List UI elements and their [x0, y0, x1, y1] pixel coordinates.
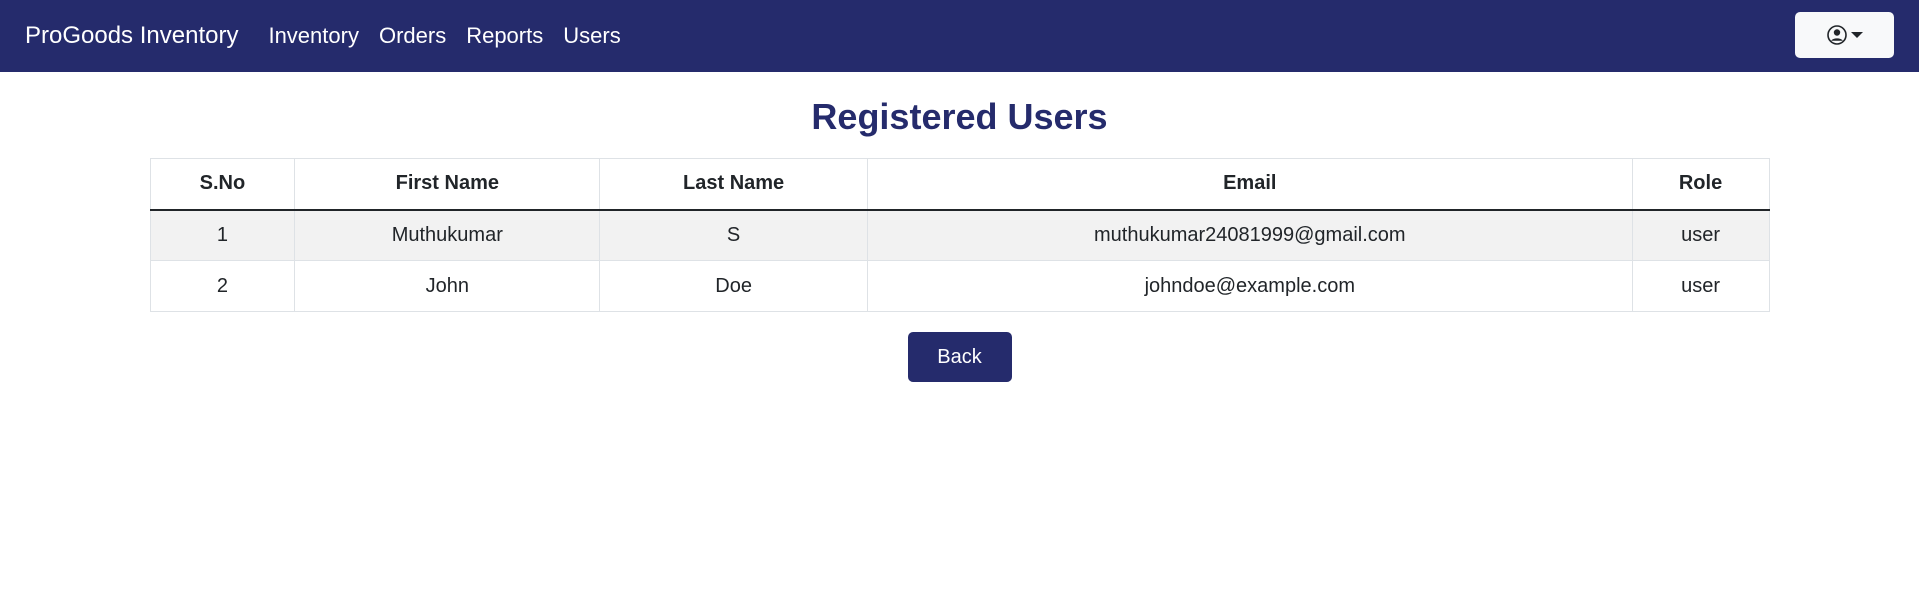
users-table-container: S.No First Name Last Name Email Role 1 M…	[149, 158, 1770, 312]
header-first-name: First Name	[294, 158, 601, 211]
cell-sno: 2	[149, 260, 296, 312]
header-sno: S.No	[149, 158, 296, 211]
nav-link-inventory[interactable]: Inventory	[268, 23, 359, 49]
cell-last-name: Doe	[599, 260, 868, 312]
header-email: Email	[867, 158, 1633, 211]
nav-links: Inventory Orders Reports Users	[268, 23, 640, 49]
user-circle-icon	[1826, 25, 1847, 45]
header-last-name: Last Name	[599, 158, 868, 211]
users-table: S.No First Name Last Name Email Role 1 M…	[149, 158, 1770, 312]
cell-first-name: Muthukumar	[294, 209, 601, 261]
top-navbar: ProGoods Inventory Inventory Orders Repo…	[0, 0, 1919, 72]
back-button-container: Back	[0, 332, 1919, 382]
user-menu-dropdown-button[interactable]	[1795, 12, 1894, 58]
cell-email: johndoe@example.com	[867, 260, 1633, 312]
header-role: Role	[1631, 158, 1770, 211]
cell-sno: 1	[149, 209, 296, 261]
cell-role: user	[1631, 209, 1770, 261]
brand-link[interactable]: ProGoods Inventory	[25, 22, 238, 50]
table-row: 1 Muthukumar S muthukumar24081999@gmail.…	[149, 209, 1770, 261]
table-header-row: S.No First Name Last Name Email Role	[149, 158, 1770, 211]
back-button[interactable]: Back	[907, 332, 1012, 382]
chevron-down-icon	[1850, 32, 1863, 38]
nav-link-reports[interactable]: Reports	[466, 23, 543, 49]
nav-link-users[interactable]: Users	[563, 23, 620, 49]
cell-first-name: John	[294, 260, 601, 312]
cell-last-name: S	[599, 209, 868, 261]
page-title: Registered Users	[811, 96, 1108, 137]
nav-link-orders[interactable]: Orders	[379, 23, 446, 49]
table-row: 2 John Doe johndoe@example.com user	[149, 260, 1770, 312]
cell-role: user	[1631, 260, 1770, 312]
cell-email: muthukumar24081999@gmail.com	[867, 209, 1633, 261]
